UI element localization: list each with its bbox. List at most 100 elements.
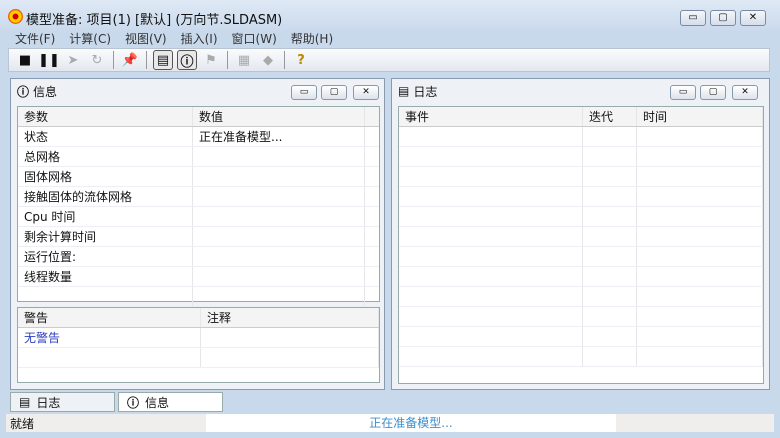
- table-cell: [399, 327, 583, 346]
- title-bar: 模型准备: 项目(1) [默认] (万向节.SLDASM) ▭ ▢ ✕: [0, 0, 780, 32]
- table-row: [399, 147, 763, 167]
- menu-file[interactable]: 文件(F): [8, 30, 62, 46]
- column-header[interactable]: 事件: [399, 107, 583, 126]
- table-row: 固体网格: [18, 167, 379, 187]
- tab-log[interactable]: ▤ 日志: [10, 392, 115, 412]
- table-row: 运行位置:: [18, 247, 379, 267]
- table-row: 剩余计算时间: [18, 227, 379, 247]
- table-cell: [201, 348, 379, 367]
- column-header[interactable]: 时间: [637, 107, 763, 126]
- table-cell: [193, 167, 365, 186]
- table-row: [399, 287, 763, 307]
- tab-info-label: 信息: [145, 395, 170, 410]
- pause-icon[interactable]: ❚❚: [38, 50, 60, 70]
- table-row: 无警告: [18, 328, 379, 348]
- table-row: Cpu 时间: [18, 207, 379, 227]
- preview-icon[interactable]: ◆: [258, 50, 278, 70]
- column-header[interactable]: 迭代: [583, 107, 637, 126]
- table-cell: [583, 347, 637, 366]
- table-cell: 固体网格: [18, 167, 193, 186]
- table-cell: 总网格: [18, 147, 193, 166]
- column-header[interactable]: 数值: [193, 107, 365, 126]
- table-row: 接触固体的流体网格: [18, 187, 379, 207]
- log-toggle-icon[interactable]: ▤: [153, 50, 173, 70]
- panel-close-button[interactable]: ✕: [732, 85, 758, 100]
- menu-insert[interactable]: 插入(I): [174, 30, 225, 46]
- menu-window[interactable]: 窗口(W): [225, 30, 284, 46]
- close-button[interactable]: ✕: [740, 10, 766, 26]
- table-cell: [193, 287, 365, 306]
- menu-calculate[interactable]: 计算(C): [62, 30, 118, 46]
- log-icon: ▤: [398, 84, 410, 98]
- table-row: [399, 347, 763, 367]
- panel-maximize-button[interactable]: ▢: [700, 85, 726, 100]
- column-header[interactable]: 参数: [18, 107, 193, 126]
- panel-close-button[interactable]: ✕: [353, 85, 379, 100]
- table-header: 事件 迭代 时间: [399, 107, 763, 127]
- stop-icon[interactable]: ■: [15, 50, 35, 70]
- table-cell: [583, 307, 637, 326]
- table-row: [18, 348, 379, 368]
- table-cell: [583, 167, 637, 186]
- table-cell: [583, 127, 637, 146]
- table-row: [399, 327, 763, 347]
- tab-info[interactable]: ⓘ 信息: [118, 392, 223, 412]
- table-cell: 无警告: [18, 328, 201, 347]
- solve-icon[interactable]: ➤: [63, 50, 83, 70]
- menu-view[interactable]: 视图(V): [118, 30, 174, 46]
- table-cell: [637, 287, 763, 306]
- status-bar: 就绪 正在准备模型...: [6, 414, 774, 432]
- table-cell: [193, 247, 365, 266]
- refresh-icon[interactable]: ↻: [87, 50, 107, 70]
- table-cell: [637, 227, 763, 246]
- table-row: [399, 247, 763, 267]
- separator: [146, 51, 147, 69]
- table-cell: [583, 247, 637, 266]
- table-cell: [201, 328, 379, 347]
- table-cell: [399, 127, 583, 146]
- table-cell: [583, 207, 637, 226]
- maximize-button[interactable]: ▢: [710, 10, 736, 26]
- panel-minimize-button[interactable]: ▭: [291, 85, 317, 100]
- separator: [284, 51, 285, 69]
- table-cell: 接触固体的流体网格: [18, 187, 193, 206]
- menu-bar: 文件(F) 计算(C) 视图(V) 插入(I) 窗口(W) 帮助(H): [8, 30, 340, 46]
- table-cell: [399, 307, 583, 326]
- pin-icon[interactable]: 📌: [120, 50, 140, 70]
- table-cell: [637, 187, 763, 206]
- table-header: 警告 注释: [18, 308, 379, 328]
- log-panel: ▤ 日志 ▭ ▢ ✕ 事件 迭代 时间: [391, 78, 770, 390]
- table-cell: [399, 147, 583, 166]
- info-table: 参数 数值 状态 正在准备模型... 总网格 固体网格 接触固体的流体网格 Cpu 时间 剩余计…: [17, 106, 380, 307]
- table-row: [399, 187, 763, 207]
- table-row: [399, 207, 763, 227]
- table-cell: [637, 207, 763, 226]
- column-header[interactable]: 警告: [18, 308, 201, 327]
- info-icon: ⓘ: [127, 395, 140, 410]
- plot-icon[interactable]: ▦: [234, 50, 254, 70]
- table-cell: [583, 327, 637, 346]
- menu-help[interactable]: 帮助(H): [284, 30, 340, 46]
- info-toggle-icon[interactable]: ⓘ: [177, 50, 197, 70]
- panel-maximize-button[interactable]: ▢: [321, 85, 347, 100]
- table-row: 状态 正在准备模型...: [18, 127, 379, 147]
- table-cell: [193, 267, 365, 286]
- table-row: [399, 227, 763, 247]
- help-icon[interactable]: ?: [291, 50, 311, 70]
- table-row: 线程数量: [18, 267, 379, 287]
- table-cell: [637, 147, 763, 166]
- log-table: 事件 迭代 时间: [398, 106, 764, 384]
- flag-icon[interactable]: ⚑: [201, 50, 221, 70]
- table-row: 总网格: [18, 147, 379, 167]
- table-cell: [399, 287, 583, 306]
- table-row: [399, 167, 763, 187]
- table-cell: [637, 307, 763, 326]
- table-cell: [637, 347, 763, 366]
- table-cell: [583, 187, 637, 206]
- table-cell: [399, 247, 583, 266]
- minimize-button[interactable]: ▭: [680, 10, 706, 26]
- panel-minimize-button[interactable]: ▭: [670, 85, 696, 100]
- column-header[interactable]: 注释: [201, 308, 379, 327]
- table-header: 参数 数值: [18, 107, 379, 127]
- table-cell: 线程数量: [18, 267, 193, 286]
